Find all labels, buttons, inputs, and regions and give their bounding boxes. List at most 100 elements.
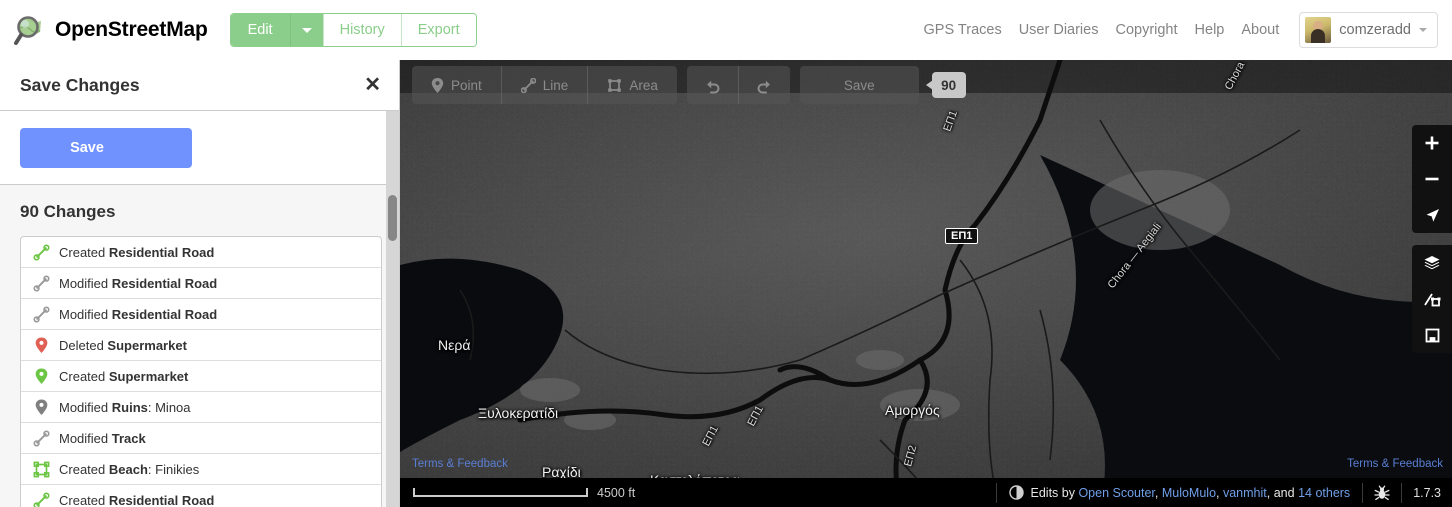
chevron-down-icon — [301, 27, 312, 33]
area-tool[interactable]: Area — [588, 66, 677, 104]
save-button[interactable]: Save — [20, 127, 192, 168]
history-group — [686, 66, 790, 104]
terms-feedback-link-left[interactable]: Terms & Feedback — [412, 458, 508, 470]
save-button-zone: Save — [0, 111, 399, 185]
line-icon — [33, 492, 50, 507]
zoom-controls — [1412, 125, 1452, 233]
brand[interactable]: OpenStreetMap — [14, 14, 208, 46]
editor-save-label: Save — [843, 77, 875, 93]
attribution-others-link[interactable]: 14 others — [1298, 486, 1350, 500]
attribution: Edits by Open Scouter, MuloMulo, vanmhit… — [997, 485, 1363, 500]
change-list-item[interactable]: Modified Track — [21, 423, 381, 454]
map-canvas[interactable]: Point Line Area Save 90 Νερά Ξυλοκερατίδ… — [400, 60, 1452, 507]
line-tool[interactable]: Line — [502, 66, 589, 104]
change-list-item[interactable]: Modified Residential Road — [21, 268, 381, 299]
point-tool[interactable]: Point — [412, 66, 502, 104]
layers-button[interactable] — [1412, 245, 1452, 281]
zoom-out-button[interactable] — [1412, 161, 1452, 197]
edit-button-group: Edit History Export — [229, 13, 477, 47]
change-list-item[interactable]: Modified Residential Road — [21, 299, 381, 330]
attribution-middle: and — [1270, 485, 1299, 500]
area-icon — [33, 461, 50, 477]
line-tool-label: Line — [542, 77, 569, 93]
user-menu[interactable]: comzeradd — [1299, 12, 1438, 48]
nav-link-gps-traces[interactable]: GPS Traces — [924, 22, 1002, 38]
sidebar-scrollbar-thumb[interactable] — [388, 195, 397, 241]
editor-save-button[interactable]: Save — [800, 66, 919, 104]
save-group: Save — [799, 66, 919, 104]
report-bug-button[interactable] — [1363, 478, 1401, 507]
history-button-label: History — [339, 22, 385, 38]
site-header: OpenStreetMap Edit History Export GPS Tr… — [0, 0, 1452, 60]
map-data-icon — [1424, 293, 1441, 307]
point-tool-label: Point — [451, 77, 482, 93]
line-icon — [33, 243, 50, 261]
scale-bar: 4500 ft — [413, 486, 635, 500]
area-tool-label: Area — [629, 77, 658, 93]
line-icon — [33, 274, 50, 292]
change-item-label: Created Residential Road — [59, 244, 215, 260]
map-footer: 4500 ft Edits by Open Scouter, MuloMulo,… — [400, 478, 1452, 507]
header-nav: GPS Traces User Diaries Copyright Help A… — [924, 12, 1438, 48]
change-item-label: Created Beach: Finikies — [59, 461, 200, 477]
layer-controls — [1412, 245, 1452, 353]
save-count-badge[interactable]: 90 — [925, 72, 966, 98]
zoom-in-icon — [1425, 136, 1439, 150]
change-item-label: Deleted Supermarket — [59, 337, 187, 353]
satellite-imagery — [400, 60, 1452, 507]
issues-button[interactable] — [1412, 317, 1452, 353]
change-list-item[interactable]: Modified Ruins: Minoa — [21, 392, 381, 423]
issues-icon — [1425, 328, 1439, 342]
attribution-user-1[interactable]: Open Scouter — [1078, 486, 1154, 500]
sidebar-header: Save Changes ✕ — [0, 60, 399, 111]
edit-dropdown-toggle[interactable] — [289, 14, 323, 46]
line-icon — [33, 305, 50, 323]
save-changes-sidebar: Save Changes ✕ Save 90 Changes Created R… — [0, 60, 400, 507]
version-label: 1.7.3 — [1413, 485, 1441, 500]
area-icon — [608, 78, 622, 92]
scale-bar-line — [413, 488, 588, 497]
attribution-user-3[interactable]: vanmhit — [1223, 486, 1267, 500]
osm-editor-page: OpenStreetMap Edit History Export GPS Tr… — [0, 0, 1452, 507]
sidebar-scrollbar[interactable] — [386, 111, 399, 507]
close-icon[interactable]: ✕ — [364, 75, 381, 95]
nav-link-about[interactable]: About — [1241, 22, 1279, 38]
contrast-icon — [1008, 485, 1024, 500]
bug-icon — [1374, 485, 1390, 500]
layers-icon — [1424, 256, 1440, 270]
redo-button[interactable] — [739, 66, 790, 104]
avatar — [1305, 17, 1332, 43]
attribution-text: Edits by Open Scouter, MuloMulo, vanmhit… — [1030, 485, 1351, 500]
edit-button[interactable]: Edit — [230, 14, 290, 46]
osm-magnifier-logo — [14, 16, 41, 45]
attribution-user-2[interactable]: MuloMulo — [1162, 486, 1216, 500]
edit-button-label: Edit — [247, 22, 273, 38]
point-icon — [431, 77, 444, 93]
nav-link-copyright[interactable]: Copyright — [1115, 22, 1177, 38]
change-list-item[interactable]: Created Supermarket — [21, 361, 381, 392]
map-data-button[interactable] — [1412, 281, 1452, 317]
change-list-item[interactable]: Deleted Supermarket — [21, 330, 381, 361]
change-list-item[interactable]: Created Residential Road — [21, 485, 381, 507]
undo-button[interactable] — [687, 66, 739, 104]
redo-icon — [757, 80, 770, 93]
chevron-down-icon — [1419, 28, 1427, 32]
change-item-label: Modified Residential Road — [59, 275, 218, 291]
history-button[interactable]: History — [322, 14, 401, 46]
change-list-item[interactable]: Created Residential Road — [21, 237, 381, 268]
zoom-in-button[interactable] — [1412, 125, 1452, 161]
change-item-label: Modified Residential Road — [59, 306, 218, 322]
point-icon — [35, 399, 48, 415]
export-button[interactable]: Export — [400, 14, 476, 46]
geolocate-icon — [1426, 208, 1439, 222]
user-name: comzeradd — [1339, 22, 1411, 38]
geolocate-button[interactable] — [1412, 197, 1452, 233]
nav-link-help[interactable]: Help — [1195, 22, 1225, 38]
changes-section: 90 Changes Created Residential Road Modif… — [0, 185, 399, 507]
editor-toolbar: Point Line Area Save 90 — [412, 66, 966, 104]
change-item-label: Modified Track — [59, 430, 146, 446]
attribution-prefix: Edits by — [1030, 485, 1079, 500]
change-list-item[interactable]: Created Beach: Finikies — [21, 454, 381, 485]
nav-link-user-diaries[interactable]: User Diaries — [1019, 22, 1099, 38]
terms-feedback-link-right[interactable]: Terms & Feedback — [1347, 458, 1443, 470]
